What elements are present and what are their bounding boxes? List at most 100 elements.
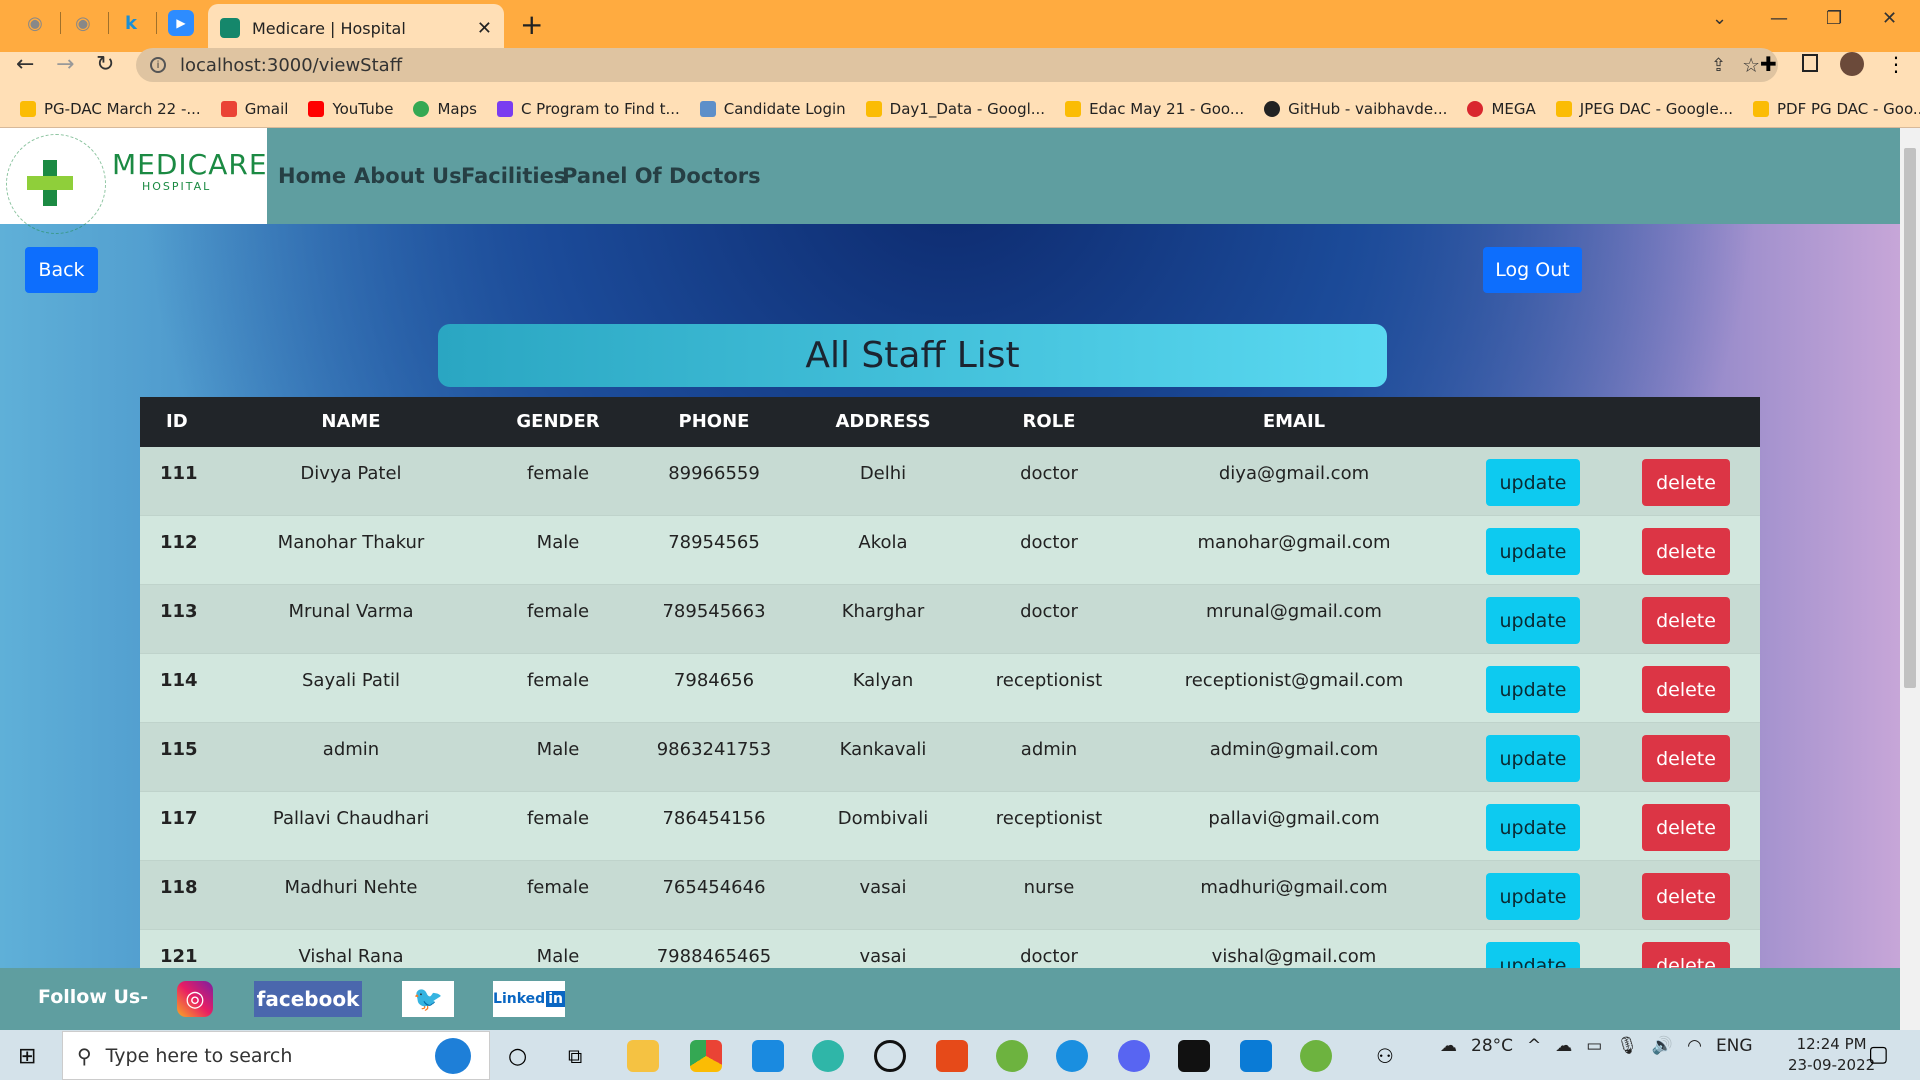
bookmark[interactable]: PDF PG DAC - Goo... — [1753, 100, 1920, 118]
facebook-link[interactable]: facebook — [254, 981, 362, 1017]
bookmark[interactable]: Maps — [413, 100, 477, 118]
delete-button[interactable]: delete — [1642, 666, 1730, 713]
bookmark[interactable]: MEGA — [1467, 100, 1536, 118]
terminal-icon[interactable] — [1178, 1040, 1210, 1072]
bookmark[interactable]: YouTube — [308, 100, 393, 118]
chrome-icon[interactable] — [690, 1040, 722, 1072]
reload-icon[interactable]: ↻ — [96, 52, 114, 77]
skype-icon[interactable] — [1056, 1040, 1088, 1072]
clock[interactable]: 12:24 PM 23-09-2022 — [1788, 1034, 1875, 1076]
temperature[interactable]: 28°C — [1471, 1036, 1513, 1056]
close-tab-icon[interactable]: ✕ — [477, 18, 492, 39]
nav-panel-of-doctors[interactable]: Panel Of Doctors — [562, 164, 761, 188]
microphone-icon[interactable]: 🎙 — [1616, 1036, 1638, 1056]
tray-chevron-icon[interactable]: ^ — [1527, 1036, 1541, 1056]
update-button[interactable]: update — [1486, 735, 1580, 782]
file-explorer-icon[interactable] — [627, 1040, 659, 1072]
minimize-icon[interactable]: — — [1770, 8, 1788, 29]
bookmark[interactable]: C Program to Find t... — [496, 100, 680, 118]
bookmark-star-icon[interactable]: ☆ — [1742, 53, 1760, 77]
new-tab-plus-icon[interactable]: + — [520, 8, 543, 41]
profile-avatar[interactable] — [1840, 52, 1864, 76]
pinned-tab-globe-icon[interactable]: ◉ — [22, 10, 48, 36]
volume-icon[interactable]: 🔊 — [1652, 1036, 1673, 1056]
bookmark-label: Candidate Login — [723, 100, 846, 118]
weather-icon[interactable]: ☁ — [1440, 1036, 1457, 1056]
cell-address: Kankavali — [839, 739, 927, 760]
bookmark[interactable]: GitHub - vaibhavde... — [1264, 100, 1447, 118]
delete-button[interactable]: delete — [1642, 597, 1730, 644]
side-panel-icon[interactable] — [1802, 54, 1818, 72]
onedrive-icon[interactable]: ☁ — [1555, 1036, 1572, 1056]
edge-icon[interactable] — [812, 1040, 844, 1072]
medicare-logo[interactable]: MEDICARE HOSPITAL — [0, 128, 267, 234]
notifications-icon[interactable]: ▢ — [1868, 1042, 1889, 1067]
bookmark[interactable]: Edac May 21 - Goo... — [1065, 100, 1244, 118]
delete-button[interactable]: delete — [1642, 873, 1730, 920]
cell-name: Sayali Patil — [302, 670, 400, 691]
active-tab[interactable]: Medicare | Hospital ✕ — [208, 4, 504, 52]
menu-kebab-icon[interactable]: ⋮ — [1886, 52, 1906, 76]
cortana-icon[interactable]: ○ — [508, 1044, 527, 1069]
pinned-tab-globe-icon[interactable]: ◉ — [70, 10, 96, 36]
language-indicator[interactable]: ENG — [1716, 1036, 1753, 1056]
update-button[interactable]: update — [1486, 459, 1580, 506]
bookmark[interactable]: Gmail — [220, 100, 288, 118]
back-arrow-icon[interactable]: ← — [16, 52, 34, 77]
restore-icon[interactable]: ❐ — [1826, 8, 1842, 29]
delete-button[interactable]: delete — [1642, 735, 1730, 782]
forward-arrow-icon[interactable]: → — [56, 52, 74, 77]
cell-role: admin — [1020, 739, 1078, 760]
extensions-icon[interactable]: ✚ — [1760, 52, 1777, 76]
update-button[interactable]: update — [1486, 597, 1580, 644]
bookmark[interactable]: PG-DAC March 22 -... — [20, 100, 201, 118]
tab-search-chevron-icon[interactable]: ⌄ — [1712, 8, 1727, 29]
cell-phone: 7984656 — [673, 670, 755, 691]
share-icon[interactable]: ⇪ — [1711, 55, 1726, 76]
bookmark-label: JPEG DAC - Google... — [1579, 100, 1734, 118]
people-icon[interactable]: ⚇ — [1376, 1044, 1394, 1068]
back-button[interactable]: Back — [25, 247, 98, 293]
vscode-icon[interactable] — [1240, 1040, 1272, 1072]
twitter-icon[interactable]: 🐦 — [402, 981, 454, 1017]
nav-about-us[interactable]: About Us — [354, 164, 462, 188]
discord-icon[interactable] — [1118, 1040, 1150, 1072]
spring-tool-icon[interactable] — [1300, 1040, 1332, 1072]
cell-email: pallavi@gmail.com — [1208, 808, 1380, 829]
site-info-icon[interactable]: i — [150, 57, 166, 73]
instagram-icon[interactable]: ◎ — [177, 981, 213, 1017]
linkedin-link[interactable]: Linked in — [493, 981, 565, 1017]
nav-facilities[interactable]: Facilities — [461, 164, 566, 188]
office-icon[interactable] — [936, 1040, 968, 1072]
update-button[interactable]: update — [1486, 666, 1580, 713]
task-view-icon[interactable]: ⧉ — [568, 1044, 582, 1068]
cell-email: admin@gmail.com — [1209, 739, 1379, 760]
taskbar-search-input[interactable]: ⚲ Type here to search — [62, 1031, 490, 1080]
scrollbar-thumb[interactable] — [1904, 148, 1916, 688]
cell-address: Delhi — [859, 463, 907, 484]
bookmark[interactable]: Day1_Data - Googl... — [865, 100, 1045, 118]
mail-icon[interactable] — [752, 1040, 784, 1072]
delete-button[interactable]: delete — [1642, 528, 1730, 575]
bookmark[interactable]: Candidate Login — [699, 100, 846, 118]
update-button[interactable]: update — [1486, 528, 1580, 575]
cell-role: doctor — [1020, 946, 1078, 967]
windows-start-icon[interactable]: ⊞ — [18, 1044, 36, 1069]
update-button[interactable]: update — [1486, 873, 1580, 920]
pinned-tab-zoom-icon[interactable]: ▶ — [168, 10, 194, 36]
wifi-icon[interactable]: ◠ — [1687, 1036, 1702, 1056]
delete-button[interactable]: delete — [1642, 804, 1730, 851]
dell-icon[interactable] — [874, 1040, 906, 1072]
cell-gender: female — [526, 877, 590, 898]
url-input[interactable]: i localhost:3000/viewStaff ⇪ ☆ — [136, 48, 1778, 82]
pinned-tab-k-icon[interactable]: k — [118, 10, 144, 36]
nav-home[interactable]: Home — [278, 164, 346, 188]
close-window-icon[interactable]: ✕ — [1882, 8, 1897, 29]
bookmark[interactable]: JPEG DAC - Google... — [1555, 100, 1734, 118]
update-button[interactable]: update — [1486, 804, 1580, 851]
spring-tool-icon[interactable] — [996, 1040, 1028, 1072]
delete-button[interactable]: delete — [1642, 459, 1730, 506]
battery-icon[interactable]: ▭ — [1586, 1036, 1602, 1056]
linkedin-in-badge: in — [546, 991, 565, 1007]
logout-button[interactable]: Log Out — [1483, 247, 1582, 293]
